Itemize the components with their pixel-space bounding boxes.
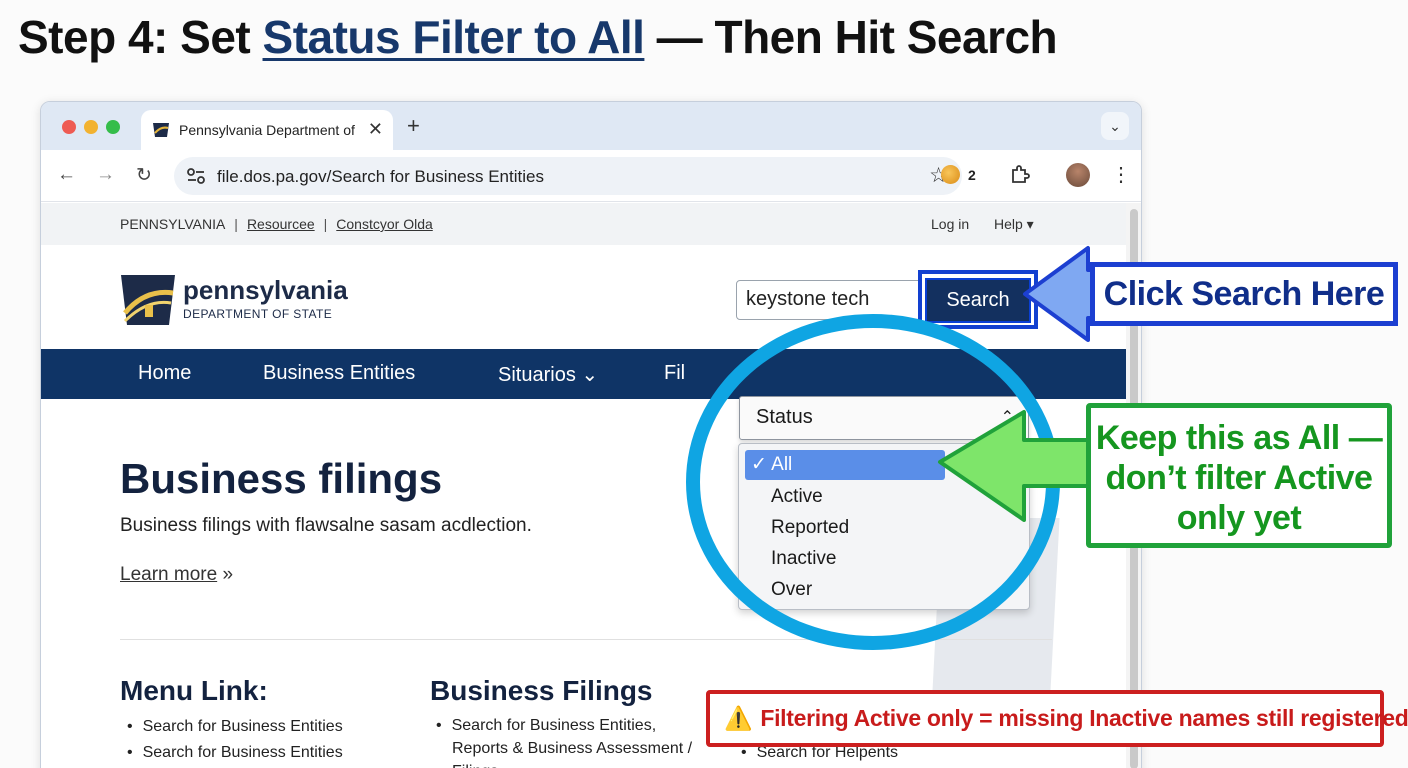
extension-icon: [941, 165, 960, 184]
list-item[interactable]: Search for Business Entities, Reports & …: [436, 714, 696, 768]
close-window-button[interactable]: [62, 120, 76, 134]
keep-all-line-1: Keep this as All —: [1095, 419, 1383, 457]
heading-suffix: — Then Hit Search: [644, 11, 1058, 63]
list-item[interactable]: Search for Business Entities: [127, 740, 343, 766]
heading-prefix: Step 4: Set: [18, 11, 263, 63]
extension-count: 2: [968, 166, 976, 183]
business-filings-list: Search for Business Entities, Reports & …: [436, 714, 696, 768]
site-settings-icon[interactable]: [186, 167, 206, 185]
learn-more-suffix: »: [217, 564, 234, 585]
heading-highlight: Status Filter to All: [262, 11, 645, 63]
click-search-callout: Click Search Here: [1090, 262, 1398, 326]
hero-title: Business filings: [120, 455, 443, 502]
url-text: file.dos.pa.gov/Search for Business Enti…: [217, 167, 544, 186]
highlight-ring: [686, 314, 1060, 650]
browser-menu-icon[interactable]: ⋮: [1111, 162, 1131, 187]
help-menu[interactable]: Help ▾: [994, 216, 1034, 233]
brand-subtitle: DEPARTMENT OF STATE: [183, 307, 333, 321]
extension-badge[interactable]: 2: [941, 165, 976, 184]
warning-icon: ⚠️: [724, 705, 753, 731]
browser-tab[interactable]: Pennsylvania Department of State ✕: [141, 110, 393, 150]
menu-link-list: Search for Business Entities Search for …: [127, 714, 343, 766]
state-label: PENNSYLVANIA: [120, 216, 226, 232]
browser-window: Pennsylvania Department of State ✕ + ⌄ ←…: [40, 101, 1142, 768]
extensions-puzzle-icon[interactable]: [1008, 163, 1032, 187]
login-link[interactable]: Log in: [931, 216, 969, 232]
nav-home[interactable]: Home: [138, 362, 191, 385]
profile-avatar[interactable]: [1066, 163, 1090, 187]
nav-situarios[interactable]: Situarios ⌄: [498, 362, 598, 387]
list-item[interactable]: Search for Business Entities: [127, 714, 343, 740]
tab-search-chevron-icon[interactable]: ⌄: [1101, 112, 1129, 140]
maximize-window-button[interactable]: [106, 120, 120, 134]
business-filings-title: Business Filings: [430, 675, 653, 706]
warning-callout: ⚠️ Filtering Active only = missing Inact…: [706, 690, 1408, 747]
tab-bar: Pennsylvania Department of State ✕ + ⌄: [41, 102, 1141, 150]
close-tab-icon[interactable]: ✕: [368, 119, 383, 140]
utility-bar: PENNSYLVANIA | Resourcee | Constcyor Olda Lo…: [41, 203, 1126, 245]
new-tab-icon[interactable]: +: [407, 113, 420, 139]
browser-toolbar: ← → ↻ file.dos.pa.gov/Search for Busines…: [41, 150, 1141, 202]
warning-text: Filtering Active only = missing Inactive…: [760, 705, 1408, 731]
keep-all-callout: Keep this as All — don’t filter Active o…: [1086, 403, 1392, 548]
keystone-favicon-icon: [153, 123, 169, 137]
hero-lead: Business filings with flawsalne sasam ac…: [120, 515, 532, 536]
resources-link[interactable]: Resourcee: [247, 216, 315, 232]
brand-name: pennsylvania: [183, 275, 348, 305]
search-button[interactable]: Search: [925, 278, 1031, 323]
search-input[interactable]: keystone tech: [736, 280, 922, 320]
address-bar[interactable]: file.dos.pa.gov/Search for Business Enti…: [174, 157, 962, 195]
nav-filings[interactable]: Fil: [664, 362, 685, 385]
forward-arrow-icon[interactable]: →: [96, 164, 115, 186]
back-arrow-icon[interactable]: ←: [57, 164, 76, 186]
learn-more-link[interactable]: Learn more: [120, 564, 217, 585]
slide-heading: Step 4: Set Status Filter to All — Then …: [18, 10, 1058, 64]
keystone-logo-icon: [121, 275, 175, 325]
nav-business-entities[interactable]: Business Entities: [263, 362, 415, 385]
keep-all-line-3: only yet: [1176, 499, 1302, 537]
learn-more: Learn more »: [120, 564, 233, 586]
reload-icon[interactable]: ↻: [136, 164, 152, 187]
contractor-link[interactable]: Constcyor Olda: [336, 216, 432, 232]
tab-title: Pennsylvania Department of State: [179, 122, 357, 138]
keep-all-line-2: don’t filter Active: [1105, 459, 1373, 497]
minimize-window-button[interactable]: [84, 120, 98, 134]
menu-link-title: Menu Link:: [120, 675, 268, 706]
